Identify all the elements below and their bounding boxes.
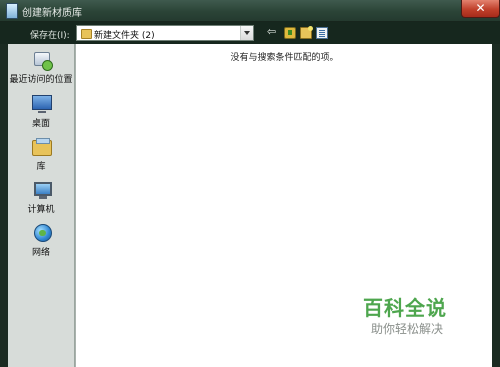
computer-icon bbox=[30, 180, 52, 200]
app-icon bbox=[6, 3, 18, 19]
sidebar-item-recent-places[interactable]: 最近访问的位置 bbox=[8, 50, 74, 85]
sidebar-item-label: 网络 bbox=[31, 248, 50, 258]
back-button[interactable]: ⇦ bbox=[267, 26, 279, 38]
window-frame-edge bbox=[492, 44, 500, 367]
recent-places-icon bbox=[30, 50, 53, 71]
window-title: 创建新材质库 bbox=[22, 8, 82, 19]
title-bar: 创建新材质库 bbox=[0, 0, 500, 22]
view-menu-button[interactable] bbox=[316, 27, 328, 39]
libraries-icon bbox=[30, 137, 52, 157]
close-icon: ✕ bbox=[475, 1, 486, 15]
chevron-down-icon[interactable] bbox=[240, 26, 253, 40]
sidebar-item-label: 库 bbox=[36, 162, 46, 172]
sidebar-item-desktop[interactable]: 桌面 bbox=[8, 94, 74, 129]
new-folder-button[interactable] bbox=[300, 26, 313, 39]
desktop-icon bbox=[30, 94, 52, 114]
save-in-label: 保存在(I): bbox=[30, 31, 70, 41]
watermark-tagline: 助你轻松解决 bbox=[371, 322, 444, 336]
sidebar-item-computer[interactable]: 计算机 bbox=[8, 180, 74, 215]
sidebar-item-label: 计算机 bbox=[27, 205, 55, 215]
sidebar-item-network[interactable]: 网络 bbox=[8, 223, 74, 258]
up-one-level-button[interactable] bbox=[284, 27, 296, 39]
places-sidebar: 最近访问的位置 桌面 库 计算机 网络 bbox=[8, 44, 75, 367]
folder-icon bbox=[81, 29, 92, 39]
save-location-dropdown[interactable]: 新建文件夹 (2) bbox=[76, 25, 254, 41]
save-location-value: 新建文件夹 (2) bbox=[94, 31, 155, 41]
network-icon bbox=[30, 223, 52, 243]
sidebar-item-label: 桌面 bbox=[31, 119, 50, 129]
sidebar-item-libraries[interactable]: 库 bbox=[8, 137, 74, 172]
sidebar-item-label: 最近访问的位置 bbox=[9, 75, 73, 85]
empty-results-message: 没有与搜索条件匹配的项。 bbox=[230, 53, 339, 63]
watermark-logo: 百科全说 bbox=[363, 296, 447, 320]
close-button[interactable]: ✕ bbox=[461, 0, 500, 18]
